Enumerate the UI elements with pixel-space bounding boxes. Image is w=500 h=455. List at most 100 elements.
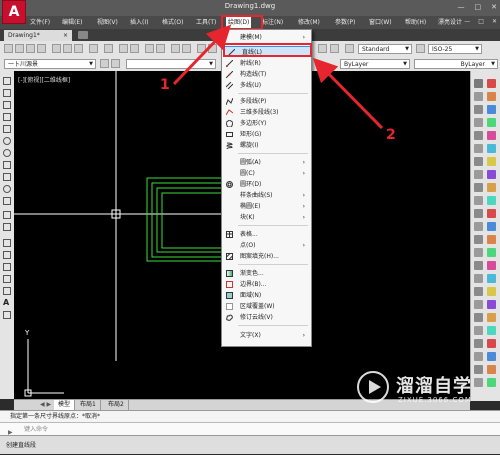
rectangle-tool-icon[interactable] (3, 125, 11, 133)
chamfer-icon[interactable] (474, 248, 483, 257)
dim-style-select[interactable]: ISO-25 ▼ (428, 44, 482, 54)
layer-select[interactable]: ▼ (126, 59, 216, 69)
maximize-button[interactable]: □ (475, 3, 482, 11)
quick-dim-icon[interactable] (487, 183, 496, 192)
menu-modify[interactable]: 修改(M) (296, 17, 322, 28)
tab-drawing1[interactable]: Drawing1* × (4, 30, 72, 41)
save-icon[interactable] (26, 44, 35, 53)
make-block-tool-icon[interactable] (3, 223, 11, 231)
dim-update-icon[interactable] (487, 326, 496, 335)
table-tool-icon[interactable] (3, 287, 11, 295)
fillet-icon[interactable] (474, 261, 483, 270)
layer-state-icon[interactable] (111, 59, 120, 68)
dim-radius-icon[interactable] (487, 131, 496, 140)
hatch-tool-icon[interactable] (3, 251, 11, 259)
dim-style-icon[interactable] (416, 44, 425, 53)
cut-icon[interactable] (52, 44, 61, 53)
scale-icon[interactable] (474, 170, 483, 179)
point-tool-icon[interactable] (3, 239, 11, 247)
spline-tool-icon[interactable] (3, 173, 11, 181)
tab-close-icon[interactable]: × (63, 30, 68, 41)
dim-linear-icon[interactable] (487, 79, 496, 88)
menu-edit[interactable]: 编辑(E) (60, 17, 84, 28)
draw-menu-item-text[interactable]: 文字(X) › (222, 330, 311, 341)
dim-arc-icon[interactable] (487, 105, 496, 114)
matchprop-icon[interactable] (89, 44, 98, 53)
layer-manager-icon[interactable] (100, 59, 109, 68)
paragraph-icon[interactable] (330, 44, 339, 53)
draw-menu-item-helix[interactable]: 螺旋(I) (222, 140, 311, 151)
blend-icon[interactable] (474, 287, 483, 296)
new-tab-icon[interactable] (78, 31, 88, 39)
hatchedit-icon[interactable] (474, 339, 483, 348)
copy-tool-icon[interactable] (474, 92, 483, 101)
menu-insert[interactable]: 插入(I) (128, 17, 150, 28)
ellipse-tool-icon[interactable] (3, 185, 11, 193)
ellipse-arc-tool-icon[interactable] (3, 197, 11, 205)
workspace-select[interactable]: 一卜川源景 ▼ (4, 59, 96, 69)
menu-dimension[interactable]: 标注(N) (260, 17, 285, 28)
draw-menu-item-revcloud[interactable]: 修订云线(V) (222, 312, 311, 323)
dim-ordinate-icon[interactable] (487, 118, 496, 127)
calc-icon[interactable] (197, 44, 206, 53)
dim-jogged-icon[interactable] (487, 144, 496, 153)
draw-menu-item-boundary[interactable]: 边界(B)... (222, 279, 311, 290)
dim-space-icon[interactable] (487, 222, 496, 231)
mirror-icon[interactable] (474, 105, 483, 114)
paste-icon[interactable] (74, 44, 83, 53)
dim-edit-icon[interactable] (487, 300, 496, 309)
draw-menu-item-gradient[interactable]: 渐变色... (222, 268, 311, 279)
break-icon[interactable] (474, 222, 483, 231)
inspect-icon[interactable] (487, 274, 496, 283)
xline-tool-icon[interactable] (3, 89, 11, 97)
print-icon[interactable] (37, 44, 46, 53)
pan-icon[interactable] (130, 44, 139, 53)
draw-menu-item-polygon[interactable]: 多边形(Y) (222, 118, 311, 129)
block-icon[interactable] (104, 44, 113, 53)
menu-window[interactable]: 窗口(W) (367, 17, 394, 28)
region-tool-icon[interactable] (3, 275, 11, 283)
polyline-tool-icon[interactable] (3, 101, 11, 109)
draw-menu-item-arc[interactable]: 圆弧(A) › (222, 157, 311, 168)
tab-model[interactable]: 模型 (54, 400, 76, 410)
text-icon[interactable] (345, 44, 354, 53)
menu-help[interactable]: 帮助(H) (403, 17, 428, 28)
dim-textedit-icon[interactable] (487, 313, 496, 322)
draw-menu-item-spline[interactable]: 样条曲线(S) › (222, 190, 311, 201)
menu-parametric[interactable]: 参数(P) (333, 17, 357, 28)
draw-menu-item-modeling[interactable]: 建模(M) › (222, 32, 311, 43)
polygon-tool-icon[interactable] (3, 113, 11, 121)
undo-icon[interactable] (145, 44, 154, 53)
lengthen-icon[interactable] (474, 300, 483, 309)
stretch-icon[interactable] (474, 183, 483, 192)
dim-diameter-icon[interactable] (487, 157, 496, 166)
circle-tool-icon[interactable] (3, 149, 11, 157)
command-input[interactable]: ▶ 键入命令 (0, 422, 500, 436)
text-style-select[interactable]: Standard ▼ (358, 44, 412, 54)
redo-icon[interactable] (156, 44, 165, 53)
dim-aligned-icon[interactable] (487, 92, 496, 101)
trim-icon[interactable] (474, 196, 483, 205)
offset-icon[interactable] (474, 118, 483, 127)
join-icon[interactable] (474, 235, 483, 244)
text-style-icon[interactable] (318, 44, 327, 53)
draw-menu-item-wipeout[interactable]: 区域覆盖(W) (222, 301, 311, 312)
splinedit-icon[interactable] (474, 326, 483, 335)
mdi-minimize-button[interactable]: — (464, 18, 470, 25)
new-icon[interactable] (4, 44, 13, 53)
draw-menu-item-point[interactable]: 点(O) › (222, 240, 311, 251)
extend-icon[interactable] (474, 209, 483, 218)
copy-icon[interactable] (63, 44, 72, 53)
draw-menu-item-rectangle[interactable]: 矩形(G) (222, 129, 311, 140)
dim-baseline-icon[interactable] (487, 196, 496, 205)
array-icon[interactable] (474, 131, 483, 140)
jogged-linear-icon[interactable] (487, 287, 496, 296)
center-mark-icon[interactable] (487, 261, 496, 270)
arc-tool-icon[interactable] (3, 137, 11, 145)
add-selected-tool-icon[interactable] (3, 311, 11, 319)
app-logo[interactable]: A (2, 0, 26, 24)
rotate-icon[interactable] (474, 157, 483, 166)
tab-layout1[interactable]: 布局1 (76, 400, 101, 410)
draw-menu-item-3dpoly[interactable]: 三维多段线(3) (222, 107, 311, 118)
minimize-button[interactable]: — (458, 3, 465, 11)
